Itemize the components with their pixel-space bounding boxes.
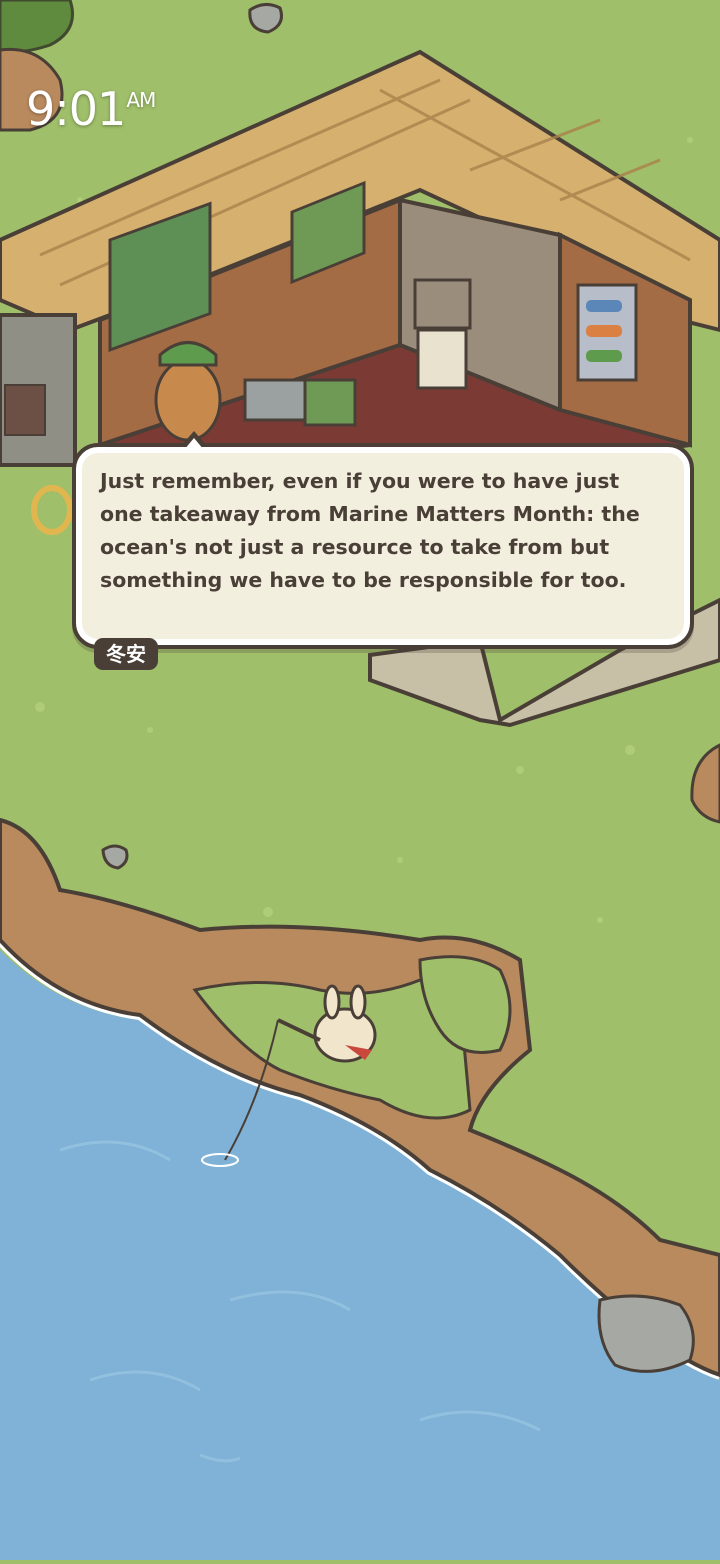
clock-time: 9:01: [26, 82, 126, 136]
speaker-name-tag: 冬安: [94, 638, 158, 670]
rock-top: [248, 3, 283, 34]
cash-register: [243, 378, 307, 422]
game-scene[interactable]: 9:01AM Just remember, even if you were t…: [0, 0, 720, 1560]
supply-crates: [303, 378, 357, 427]
stone-tablet: [413, 278, 472, 330]
clock-ampm: AM: [126, 88, 156, 112]
island-scene-art: [0, 0, 720, 1560]
dialog-text: Just remember, even if you were to have …: [100, 469, 640, 592]
shopkeeper-character[interactable]: [154, 341, 222, 442]
pedestal: [416, 328, 468, 390]
dialog-box[interactable]: Just remember, even if you were to have …: [72, 431, 694, 649]
status-clock: 9:01AM: [26, 82, 156, 136]
shore-rocks: [597, 1294, 695, 1373]
